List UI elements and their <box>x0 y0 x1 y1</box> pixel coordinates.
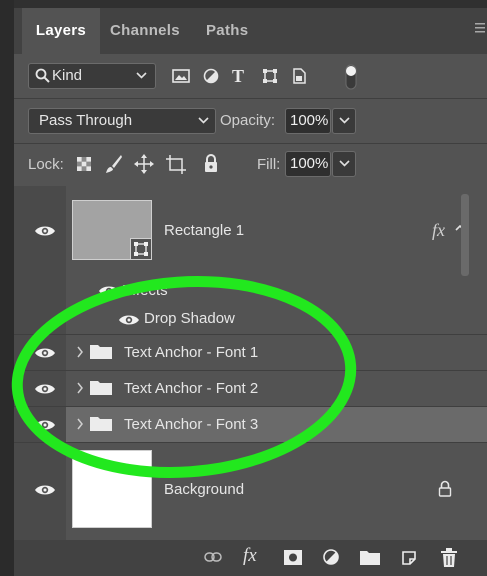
green-highlight-ellipse <box>11 276 357 478</box>
annotation-overlay <box>11 276 357 478</box>
